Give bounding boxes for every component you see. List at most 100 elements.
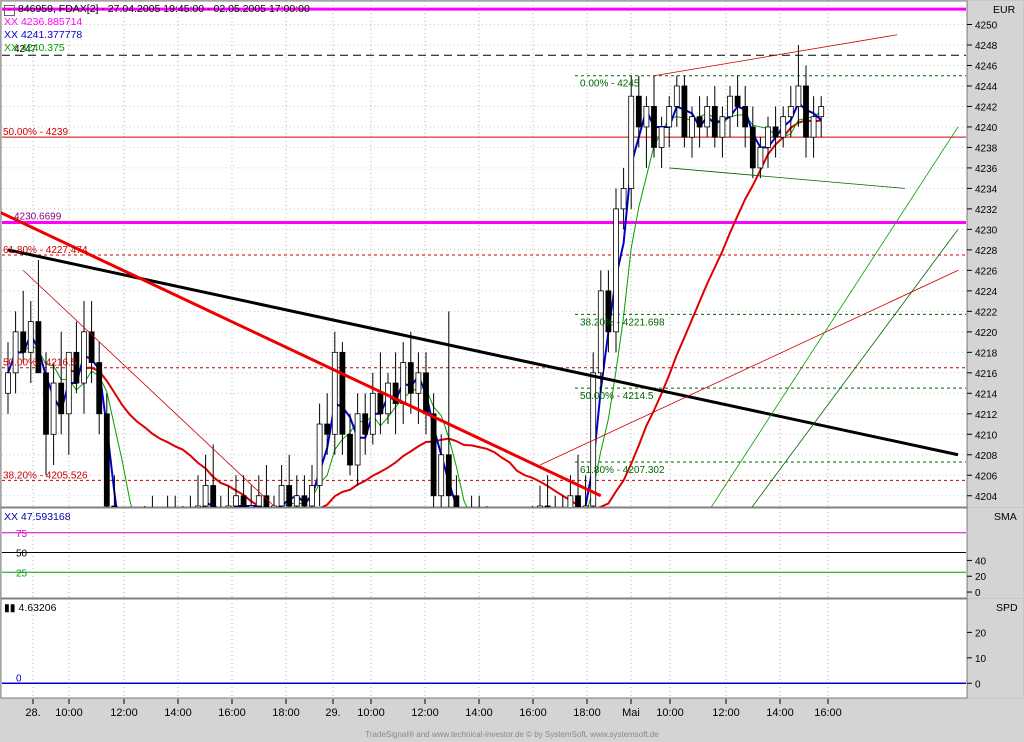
candle-body (795, 85, 802, 107)
price-tick-label: 4226 (975, 266, 998, 277)
chart-canvas: 28. 10:00 12:00 14:00 16:00 18:00 29. 10:00 12:0… (0, 0, 1024, 730)
chart-title: 846959, FDAX[2] - 27.04.2005 19:45:00 - … (17, 3, 310, 15)
fib-right-label-1: 38.20% - 4221.698 (580, 317, 665, 328)
sma-legend[interactable]: XX 47.593168 (4, 511, 71, 524)
candle-body (620, 188, 627, 210)
spd-legend[interactable]: ▮▮ 4.63206 (4, 602, 56, 615)
candle-body (613, 208, 619, 333)
candle-body (301, 495, 308, 507)
price-tick-label: 4236 (975, 164, 998, 175)
chart-title-row: - 846959, FDAX[2] - 27.04.2005 19:45:00 … (4, 3, 310, 16)
candle-body (400, 362, 407, 404)
time-axis-label-13: 10:00 (656, 707, 684, 719)
fib-left-label-2: 50.00% - 4216.5 (3, 358, 77, 369)
bars-icon: ▮▮ (4, 602, 16, 614)
time-axis-label-1: 10:00 (55, 707, 83, 719)
price-tick-label: 4228 (975, 246, 998, 257)
candle-body (445, 454, 452, 497)
candle-body (787, 106, 794, 118)
time-axis-label-6: 29. (325, 707, 340, 719)
candle-body (757, 147, 764, 169)
candle-body (780, 116, 787, 138)
legend-entry-green[interactable]: XX 4240.375 (4, 42, 82, 55)
spd-zero-label: 0 (16, 673, 22, 684)
candle-body (628, 95, 635, 189)
candle-body (635, 95, 642, 128)
legend-list: XX 4236.885714 XX 4241.377778 XX 4240.37… (4, 16, 82, 55)
candle-body (772, 126, 779, 138)
time-axis-label-0: 28. (25, 707, 40, 719)
price-tick-label: 4212 (975, 410, 998, 421)
candle-body (742, 106, 749, 128)
price-tick-label: 4244 (975, 82, 998, 93)
price-tick-label: 4206 (975, 471, 998, 482)
time-axis-label-3: 14:00 (164, 707, 192, 719)
price-tick-label: 4250 (975, 20, 998, 31)
candle-body (803, 85, 809, 138)
time-axis-label-9: 14:00 (465, 707, 493, 719)
candle-body (765, 126, 771, 148)
candle-body (255, 495, 262, 507)
candle-body (818, 106, 825, 118)
candle-body (324, 423, 331, 435)
candle-body (438, 454, 445, 497)
price-tick-label: 4220 (975, 328, 998, 339)
candle-body (27, 321, 34, 353)
sma-tick-label: 40 (975, 556, 987, 567)
price-tick-label: 4216 (975, 369, 998, 380)
price-tick-label: 4248 (975, 41, 998, 52)
time-axis-bg (0, 699, 1024, 730)
candle-body (423, 372, 429, 415)
sma-level-label: 50 (16, 549, 28, 560)
candle-body (369, 392, 376, 435)
candle-body (50, 382, 57, 435)
candle-body (20, 331, 27, 353)
candle-body (810, 116, 817, 138)
candle-body (727, 95, 733, 118)
fib-left-label-3: 38.20% - 4205.526 (3, 470, 88, 481)
price-tick-label: 4222 (975, 307, 998, 318)
candle-body (43, 372, 49, 435)
time-axis-label-11: 18:00 (573, 707, 601, 719)
time-axis-label-10: 16:00 (519, 707, 547, 719)
candle-body (377, 392, 384, 415)
candle-body (597, 290, 604, 374)
price-tick-label: 4246 (975, 61, 998, 72)
candle-body (415, 372, 422, 394)
candle-body (681, 85, 688, 138)
candle-body (347, 433, 353, 466)
fib-right-label-0: 0.00% - 4245 (580, 79, 640, 90)
spd-panel-label: SPD (996, 602, 1018, 614)
time-axis-label-15: 14:00 (766, 707, 794, 719)
price-tick-label: 4208 (975, 451, 998, 462)
candle-body (651, 106, 657, 148)
candle-body (5, 372, 11, 394)
price-tick-label: 4224 (975, 287, 998, 298)
candle-body (666, 106, 673, 128)
price-tick-label: 4234 (975, 184, 998, 195)
legend-entry-magenta[interactable]: XX 4236.885714 (4, 16, 82, 29)
sma-level-label: 25 (16, 568, 28, 579)
collapse-icon[interactable]: - (4, 5, 15, 16)
fib-right-label-3: 61.80% - 4207.302 (580, 465, 665, 476)
price-tick-label: 4242 (975, 102, 998, 113)
candle-body (696, 116, 703, 128)
sma-level-label: 75 (16, 529, 28, 540)
candle-body (749, 126, 756, 169)
candle-body (96, 362, 103, 415)
candle-body (734, 95, 741, 107)
candle-body (354, 413, 361, 466)
spd-tick-label: 10 (975, 654, 987, 665)
candle-body (704, 106, 711, 128)
legend-entry-blue[interactable]: XX 4241.377778 (4, 29, 82, 42)
candle-body (103, 413, 110, 507)
candle-body (407, 362, 414, 394)
time-axis-label-2: 12:00 (110, 707, 138, 719)
price-tick-label: 4240 (975, 123, 998, 134)
candle-body (293, 495, 300, 507)
footer-credit: TradeSignal® and www.technical-investor.… (0, 730, 1024, 742)
chart-window: 28. 10:00 12:00 14:00 16:00 18:00 29. 10:00 12:0… (0, 0, 1024, 742)
candle-body (316, 423, 323, 486)
candle-body (339, 351, 346, 435)
price-tick-label: 4238 (975, 143, 998, 154)
